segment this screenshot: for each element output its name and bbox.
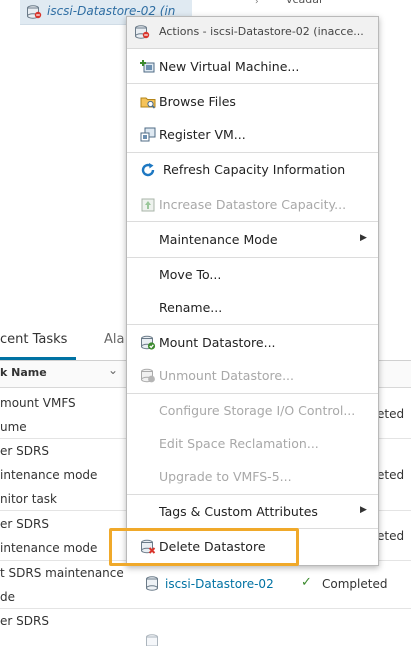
menu-divider (127, 152, 378, 153)
check-icon: ✓ (301, 575, 312, 590)
task-line: intenance mode (0, 468, 98, 482)
menu-item-label: Maintenance Mode (159, 232, 278, 247)
task-line: ume (0, 420, 27, 434)
menu-item-label: Upgrade to VMFS-5... (159, 469, 292, 484)
menu-item-label: Register VM... (159, 127, 246, 142)
menu-item-label: Browse Files (159, 94, 236, 109)
menu-item-maintenance-mode[interactable]: Maintenance Mode ▶ (127, 227, 378, 253)
menu-item-edit-space-reclamation[interactable]: Edit Space Reclamation... (127, 431, 378, 457)
datastore-error-icon (26, 5, 42, 22)
menu-divider (127, 83, 378, 84)
menu-item-label: Rename... (159, 300, 223, 315)
task-line: intenance mode (0, 541, 98, 555)
refresh-icon (140, 162, 156, 178)
status-fragment: eted (377, 407, 405, 421)
task-line: t SDRS maintenance (0, 566, 124, 580)
menu-header-title: Actions - iscsi-Datastore-02 (inacce... (159, 25, 364, 38)
menu-item-label: Tags & Custom Attributes (159, 504, 318, 519)
task-status: Completed (322, 577, 388, 591)
tab-alarms[interactable]: Ala (104, 332, 124, 347)
actions-context-menu: Actions - iscsi-Datastore-02 (inacce... … (126, 16, 379, 566)
menu-item-register-vm[interactable]: Register VM... (127, 122, 378, 148)
menu-item-upgrade-vmfs[interactable]: Upgrade to VMFS-5... (127, 464, 378, 490)
datastore-error-icon (134, 25, 150, 42)
tab-recent-tasks[interactable]: cent Tasks (0, 332, 67, 347)
menu-item-configure-sioc[interactable]: Configure Storage I/O Control... (127, 398, 378, 424)
status-fragment: eted (377, 529, 405, 543)
top-right-fragment: › vcadar (255, 0, 411, 8)
new-vm-icon (140, 59, 156, 75)
menu-item-browse-files[interactable]: Browse Files (127, 89, 378, 115)
row-divider (0, 608, 411, 609)
menu-divider (127, 257, 378, 258)
increase-capacity-icon (140, 197, 156, 213)
menu-item-label: Unmount Datastore... (159, 368, 294, 383)
task-line: er SDRS (0, 444, 49, 458)
menu-divider (127, 494, 378, 495)
menu-item-label: Refresh Capacity Information (163, 162, 346, 177)
chevron-down-icon[interactable]: ⌄ (108, 363, 118, 377)
top-right-fragment-text: vcadar (286, 0, 324, 6)
register-vm-icon (140, 127, 156, 143)
tab-active-indicator (0, 357, 76, 360)
folder-icon (140, 94, 156, 110)
task-target-link[interactable]: iscsi-Datastore-02 (165, 577, 274, 591)
datastore-icon (145, 634, 159, 649)
menu-item-label: Move To... (159, 267, 222, 282)
menu-divider (127, 324, 378, 325)
menu-item-move-to[interactable]: Move To... (127, 262, 378, 288)
submenu-arrow-icon: ▶ (360, 233, 367, 243)
task-line: mount VMFS (0, 396, 76, 410)
column-task-name[interactable]: k Name (0, 366, 47, 379)
task-line: er SDRS (0, 517, 49, 531)
menu-item-label: Edit Space Reclamation... (159, 436, 319, 451)
menu-item-unmount-datastore[interactable]: Unmount Datastore... (127, 363, 378, 389)
unmount-icon (140, 368, 156, 384)
menu-header: Actions - iscsi-Datastore-02 (inacce... (127, 17, 378, 49)
menu-item-tags-attributes[interactable]: Tags & Custom Attributes ▶ (127, 499, 378, 525)
chevron-right-icon: › (255, 0, 259, 7)
menu-item-label: Increase Datastore Capacity... (159, 197, 347, 212)
menu-item-label: Configure Storage I/O Control... (159, 403, 356, 418)
delete-datastore-highlight (109, 528, 299, 566)
submenu-arrow-icon: ▶ (360, 505, 367, 515)
status-fragment: eted (377, 468, 405, 482)
datastore-icon (145, 576, 159, 594)
menu-divider (127, 221, 378, 222)
menu-item-increase-capacity[interactable]: Increase Datastore Capacity... (127, 192, 378, 218)
task-line: de (0, 590, 15, 604)
task-line: er SDRS (0, 614, 49, 628)
menu-item-label: Mount Datastore... (159, 335, 276, 350)
menu-item-refresh-capacity[interactable]: Refresh Capacity Information (127, 157, 378, 183)
menu-item-label: New Virtual Machine... (159, 59, 300, 74)
menu-divider (127, 393, 378, 394)
mount-icon (140, 335, 156, 351)
menu-item-mount-datastore[interactable]: Mount Datastore... (127, 330, 378, 356)
menu-item-rename[interactable]: Rename... (127, 295, 378, 321)
menu-item-new-vm[interactable]: New Virtual Machine... (127, 54, 378, 80)
task-line: nitor task (0, 492, 57, 506)
